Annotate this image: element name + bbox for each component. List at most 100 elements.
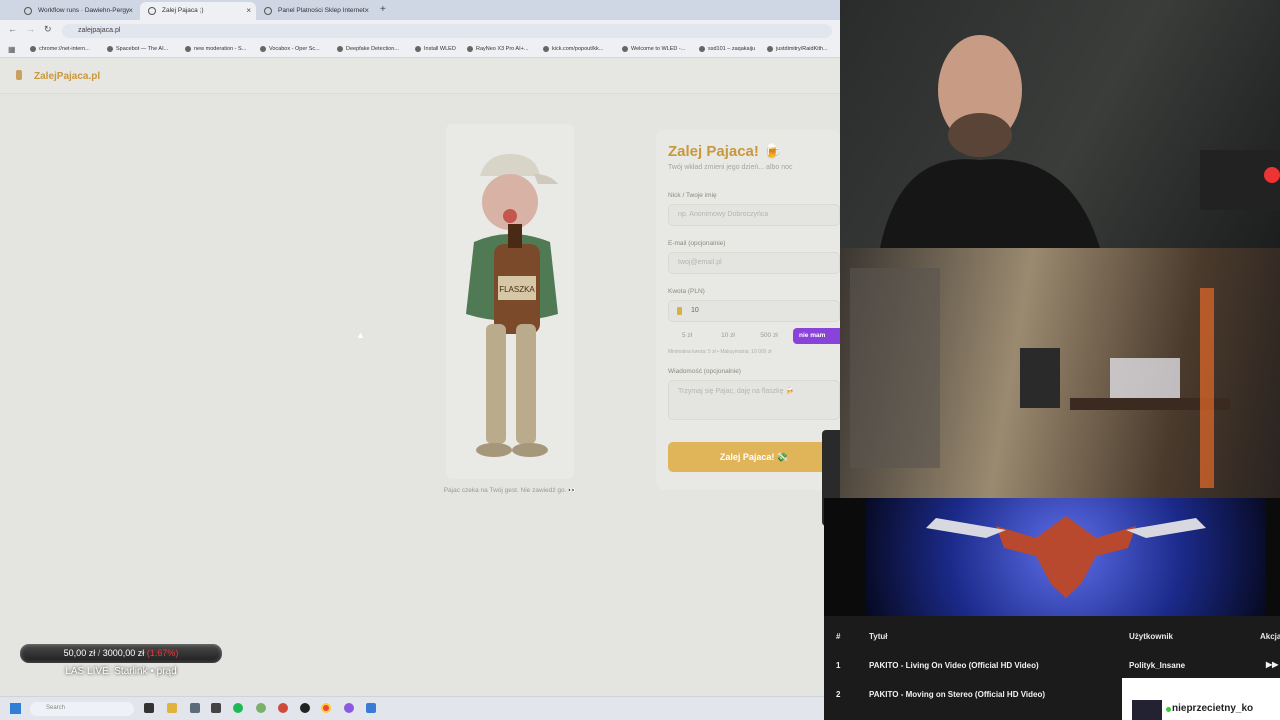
- amount-limits: Minimalna kwota: 5 zł • Maksymalna: 10 0…: [668, 349, 772, 355]
- site-logo[interactable]: ZalejPajaca.pl: [34, 71, 100, 82]
- bookmark[interactable]: justdimitry/RaidKith...: [767, 46, 828, 52]
- webcam-room: [840, 248, 1280, 498]
- bookmark[interactable]: Deepfake Detection...: [337, 46, 399, 52]
- amount-value: 10: [691, 307, 699, 314]
- close-icon[interactable]: ×: [128, 6, 133, 15]
- hero-caption: Pajac czeka na Twój gest. Nie zawiedź go…: [443, 487, 577, 494]
- address-bar: ← → ↻ zalejpajaca.pl: [0, 20, 840, 42]
- spotify-icon[interactable]: [233, 703, 243, 713]
- bookmark[interactable]: new moderation - S...: [185, 46, 246, 52]
- col-user-header: Użytkownik: [1129, 632, 1174, 641]
- row-title: PAKITO - Living On Video (Official HD Vi…: [869, 661, 1039, 670]
- form-title: Zalej Pajaca! 🍺: [668, 143, 782, 160]
- bookmark[interactable]: Spacebot — The AI...: [107, 46, 168, 52]
- back-icon[interactable]: ←: [8, 24, 17, 34]
- bookmarks-bar: ▦ chrome://net-intern... Spacebot — The …: [0, 42, 840, 58]
- tab-panel-platnosci[interactable]: Panel Platności Sklep Internet ×: [256, 2, 374, 20]
- play-next-icon[interactable]: ▶▶: [1266, 660, 1278, 669]
- tab-label: Panel Platności Sklep Internet: [278, 7, 365, 14]
- form-subtitle: Twój wkład zmieni jego dzień... albo noc: [668, 164, 793, 171]
- music-video-frame[interactable]: [866, 498, 1266, 616]
- windows-taskbar: Search: [0, 696, 840, 720]
- row-number: 2: [836, 690, 841, 699]
- github-icon: [24, 7, 32, 15]
- avatar: [1132, 700, 1162, 720]
- clown-figure-image: FLASZKA: [466, 154, 558, 457]
- url-field[interactable]: zalejpajaca.pl: [62, 24, 832, 38]
- online-indicator-icon: [1166, 707, 1171, 712]
- amount-label: Kwota (PLN): [668, 288, 705, 295]
- browser-window: Workflow runs · Dawiehn-Pergy × Zalej Pa…: [0, 0, 841, 720]
- new-tab-icon[interactable]: +: [380, 4, 386, 15]
- bookmark[interactable]: kick.com/popout/kk...: [543, 46, 603, 52]
- file-explorer-icon[interactable]: [167, 703, 177, 713]
- bookmark[interactable]: Welcome to WLED -...: [622, 46, 685, 52]
- goal-current: 50,00 zł: [63, 648, 96, 658]
- donation-goal-bar: 50,00 zł / 3000,00 zł (1.67%): [20, 644, 222, 663]
- coin-icon: [677, 307, 682, 315]
- music-video-image: [926, 516, 1206, 598]
- chat-username: nieprzecietny_ko: [1172, 703, 1254, 714]
- row-number: 1: [836, 661, 841, 670]
- col-number-header: #: [836, 632, 841, 641]
- email-label: E-mail (opcjonalnie): [668, 240, 726, 247]
- message-input[interactable]: Trzymaj się Pajac, daję na flaszkę 🍻: [668, 380, 840, 420]
- apps-icon[interactable]: ▦: [8, 45, 16, 54]
- nick-label: Nick / Twoje imię: [668, 192, 717, 199]
- app-icon[interactable]: [256, 703, 266, 713]
- stream-title: LAS LIVE: Starlink • prąd: [65, 666, 177, 677]
- terminal-icon[interactable]: [211, 703, 221, 713]
- preset-5-button[interactable]: 5 zł: [670, 328, 704, 344]
- message-label: Wiadomość (opcjonalnie): [668, 368, 741, 375]
- close-icon[interactable]: ×: [246, 6, 251, 15]
- email-input[interactable]: twoj@email.pl: [668, 252, 840, 274]
- beer-icon: [16, 70, 22, 80]
- site-header: ZalejPajaca.pl: [0, 58, 840, 94]
- bookmark[interactable]: RayNeo X3 Pro AI+...: [467, 46, 528, 52]
- goal-percent: (1.67%): [146, 648, 179, 658]
- app-icon[interactable]: [344, 703, 354, 713]
- forward-icon[interactable]: →: [26, 24, 35, 34]
- tab-workflow-runs[interactable]: Workflow runs · Dawiehn-Pergy ×: [16, 2, 138, 20]
- mouse-cursor-icon: ▲: [356, 330, 365, 340]
- hero-illustration: FLASZKA: [446, 124, 574, 479]
- tab-label: Zalej Pajaca ;): [162, 7, 204, 14]
- tab-zalej-pajaca[interactable]: Zalej Pajaca ;) ×: [140, 2, 256, 20]
- svg-text:FLASZKA: FLASZKA: [499, 285, 535, 294]
- row-user: Polityk_Insane: [1129, 661, 1186, 670]
- submit-donation-button[interactable]: Zalej Pajaca! 💸: [668, 442, 840, 472]
- donation-form: Zalej Pajaca! 🍺 Twój wkład zmieni jego d…: [656, 130, 841, 490]
- goal-target: 3000,00 zł: [102, 648, 145, 658]
- col-action-header: Akcja: [1260, 632, 1280, 641]
- site-icon: [264, 7, 272, 15]
- app-icon[interactable]: [190, 703, 200, 713]
- goal-separator: /: [97, 648, 101, 658]
- row-title: PAKITO - Moving on Stereo (Official HD V…: [869, 690, 1046, 699]
- custom-amount-button[interactable]: nie mam: [793, 328, 841, 344]
- preset-10-button[interactable]: 10 zł: [711, 328, 745, 344]
- bookmark[interactable]: Install WLED: [415, 46, 456, 52]
- close-icon[interactable]: ×: [364, 6, 369, 15]
- webcam-face: [840, 0, 1280, 248]
- tab-label: Workflow runs · Dawiehn-Pergy: [38, 7, 130, 14]
- app-icon[interactable]: [366, 703, 376, 713]
- reload-icon[interactable]: ↻: [44, 24, 52, 35]
- chrome-icon[interactable]: [321, 703, 331, 713]
- preset-500-button[interactable]: 500 zł: [752, 328, 786, 344]
- room-webcam-image: [850, 268, 1230, 488]
- taskview-icon[interactable]: [144, 703, 154, 713]
- site-icon: [148, 7, 156, 15]
- chat-notification: nieprzecietny_ko: [1122, 678, 1280, 720]
- taskbar-search[interactable]: Search: [30, 702, 134, 716]
- bookmark[interactable]: Vocabox - Oper Sc...: [260, 46, 320, 52]
- app-icon[interactable]: [278, 703, 288, 713]
- windows-start-icon[interactable]: [10, 703, 21, 714]
- amount-input[interactable]: 10: [668, 300, 840, 322]
- bookmark[interactable]: ssd101 – zaqakaiju: [699, 46, 755, 52]
- nick-input[interactable]: np. Anonimowy Dobroczyńca: [668, 204, 840, 226]
- tab-bar: Workflow runs · Dawiehn-Pergy × Zalej Pa…: [0, 0, 840, 20]
- streamer-webcam-image: [880, 35, 1280, 248]
- col-title-header: Tytuł: [869, 632, 888, 641]
- bookmark[interactable]: chrome://net-intern...: [30, 46, 90, 52]
- obs-icon[interactable]: [300, 703, 310, 713]
